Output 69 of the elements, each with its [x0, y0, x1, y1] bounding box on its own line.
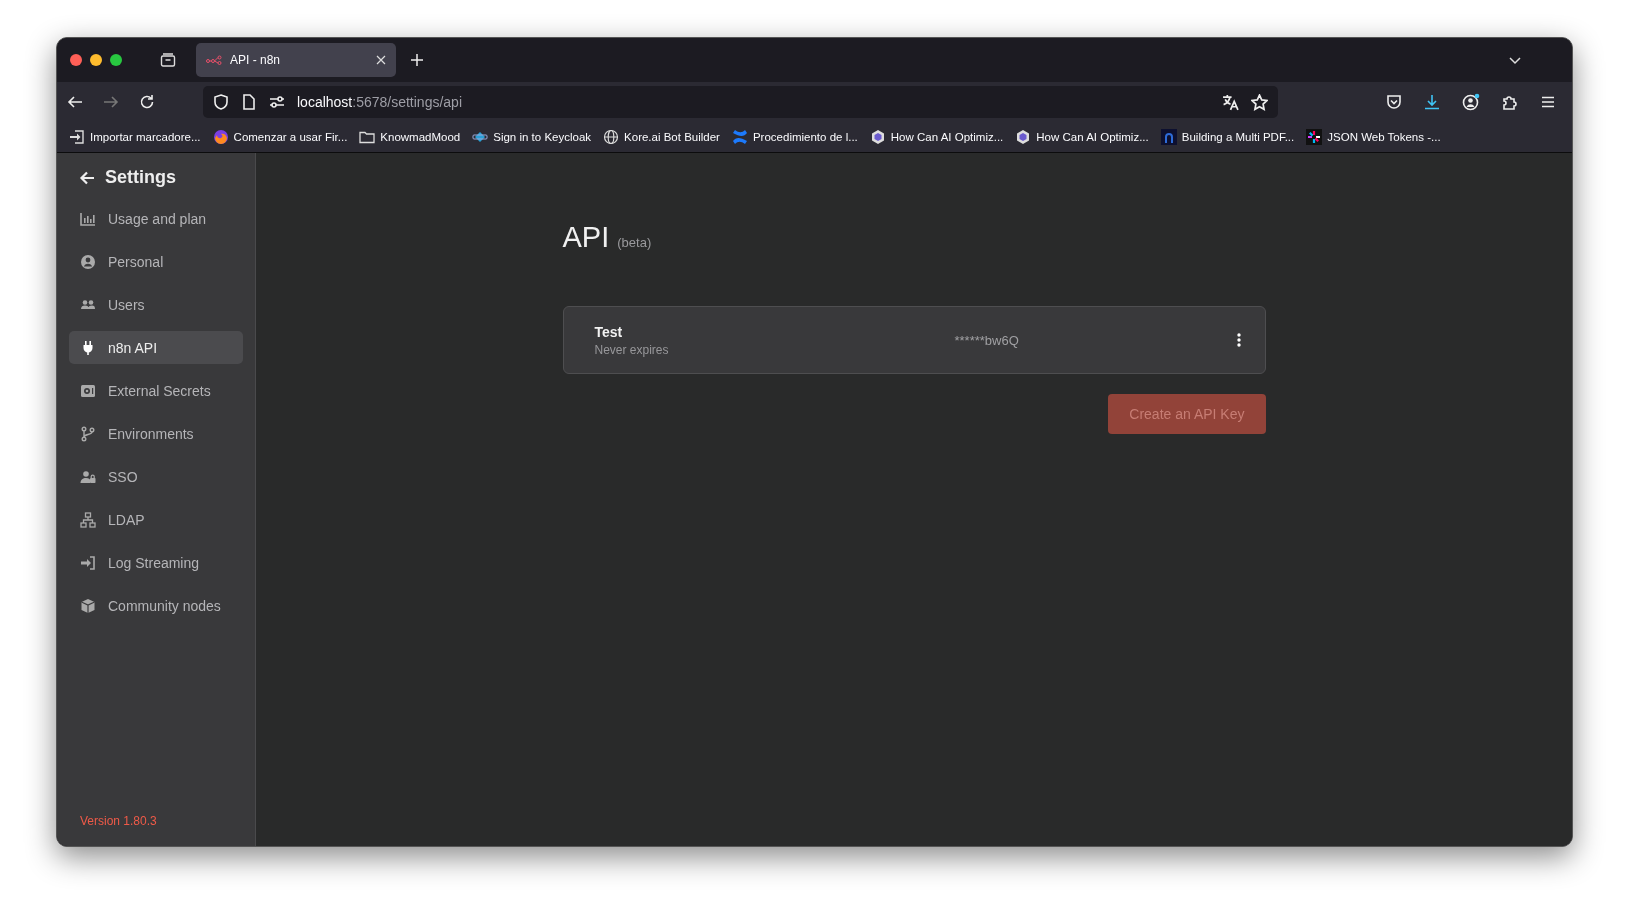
translate-icon[interactable]: [1222, 93, 1239, 111]
close-icon[interactable]: [376, 55, 386, 65]
vault-icon: [80, 382, 96, 399]
sign-in-icon: [80, 554, 96, 571]
api-key-name: Test: [594, 323, 624, 340]
expiry-label: Never expires: [594, 342, 670, 357]
bookmark[interactable]: Sign in to Keycloak: [472, 129, 592, 145]
sidebar-item[interactable]: Log Streaming: [69, 546, 243, 579]
bookmark[interactable]: Procedimiento de l...: [731, 129, 858, 145]
user-lock-icon: [80, 468, 96, 485]
sidebar-title: Settings: [105, 167, 176, 188]
close-window-button[interactable]: [70, 54, 82, 66]
diamond-icon: [472, 129, 489, 145]
fox-icon: [212, 129, 229, 145]
minimize-window-button[interactable]: [90, 54, 102, 66]
chart-icon: [80, 210, 96, 227]
permissions-icon[interactable]: [269, 94, 285, 110]
masked-api-key: ******bw6Q: [954, 332, 1233, 348]
star-icon[interactable]: [1251, 93, 1268, 111]
bookmark[interactable]: JSON Web Tokens -...: [1306, 129, 1441, 145]
user-circle-icon: [80, 253, 96, 270]
sidebar-item[interactable]: n8n API: [69, 331, 243, 364]
sidebar-item[interactable]: LDAP: [69, 503, 243, 536]
maximize-window-button[interactable]: [110, 54, 122, 66]
menu-icon[interactable]: [1540, 94, 1556, 110]
hexagon-icon: [869, 129, 886, 145]
tab-overview-icon[interactable]: [160, 52, 176, 68]
folder-icon: [359, 129, 376, 145]
more-icon: [1236, 333, 1241, 347]
pocket-icon[interactable]: [1386, 94, 1402, 110]
sidebar-item[interactable]: Usage and plan: [69, 202, 243, 235]
hexagon-icon: [1015, 129, 1032, 145]
forward-icon[interactable]: [103, 94, 119, 110]
asterisk-icon: [1306, 129, 1323, 145]
beta-label: (beta): [617, 235, 652, 250]
bookmark[interactable]: Importar marcadore...: [69, 129, 201, 145]
puzzle-icon[interactable]: [1502, 94, 1518, 110]
shield-icon[interactable]: [213, 94, 229, 110]
browser-tab[interactable]: API - n8n: [196, 43, 396, 77]
bookmark[interactable]: KnowmadMood: [359, 129, 461, 145]
branch-icon: [80, 425, 96, 442]
back-icon[interactable]: [67, 94, 83, 110]
sidebar-item[interactable]: External Secrets: [69, 374, 243, 407]
workflow-icon: [206, 55, 222, 65]
account-icon[interactable]: [1462, 93, 1480, 111]
url-text: localhost:5678/settings/api: [297, 94, 462, 110]
bookmark[interactable]: How Can AI Optimiz...: [869, 129, 1004, 145]
bookmark[interactable]: Building a Multi PDF...: [1160, 129, 1295, 145]
sidebar-item[interactable]: Users: [69, 288, 243, 321]
page-title: API: [562, 221, 610, 254]
bookmark[interactable]: Kore.ai Bot Builder: [603, 129, 720, 145]
new-tab-icon[interactable]: [410, 53, 424, 67]
bookmark[interactable]: Comenzar a usar Fir...: [212, 129, 348, 145]
cube-icon: [80, 597, 96, 614]
download-icon[interactable]: [1424, 94, 1440, 110]
back-arrow-icon[interactable]: [79, 169, 95, 186]
reload-icon[interactable]: [139, 94, 155, 110]
network-icon: [80, 511, 96, 528]
bookmark[interactable]: How Can AI Optimiz...: [1015, 129, 1149, 145]
sidebar-item[interactable]: Personal: [69, 245, 243, 278]
import-icon: [69, 129, 85, 145]
sidebar-item[interactable]: Environments: [69, 417, 243, 450]
arch-icon: [1160, 129, 1177, 145]
sidebar-item[interactable]: SSO: [69, 460, 243, 493]
sidebar-item[interactable]: Community nodes: [69, 589, 243, 622]
globe-icon: [603, 129, 620, 145]
page-icon[interactable]: [241, 94, 257, 110]
address-bar[interactable]: localhost:5678/settings/api: [203, 86, 1278, 118]
version-label: Version 1.80.3: [79, 814, 158, 828]
